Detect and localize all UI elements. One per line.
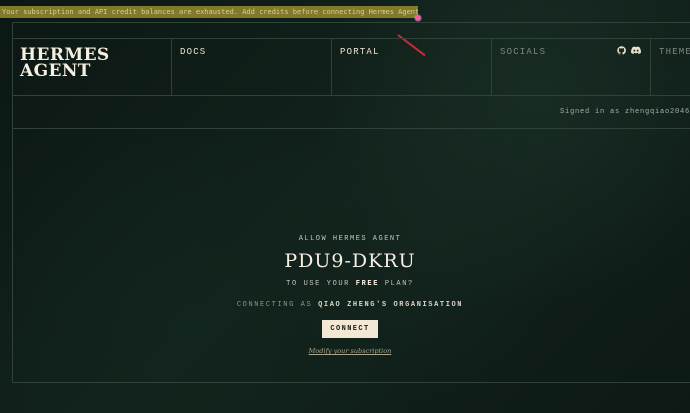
- organisation-name: QIAO ZHENG'S ORGANISATION: [318, 301, 464, 309]
- device-code: PDU9-DKRU: [284, 250, 416, 272]
- plan-question: TO USE YOUR FREE PLAN?: [200, 279, 500, 289]
- github-icon[interactable]: [616, 45, 626, 55]
- modify-subscription-link[interactable]: Modify your subscription: [200, 347, 500, 355]
- connect-button[interactable]: CONNECT: [322, 320, 378, 338]
- pointer-indicator: [415, 15, 421, 21]
- organisation-connection: CONNECTING AS QIAO ZHENG'S ORGANISATION: [200, 300, 500, 310]
- plan-name: FREE: [355, 280, 379, 288]
- hermes-agent-logo[interactable]: HERMES AGENT: [20, 47, 160, 87]
- socials-label: SOCIALS: [500, 47, 547, 57]
- social-links: [616, 45, 641, 55]
- device-authorization-panel: ALLOW HERMES AGENT PDU9-DKRU TO USE YOUR…: [200, 234, 500, 355]
- credit-warning-banner: Your subscription and API credit balance…: [0, 6, 418, 18]
- plan-suffix: PLAN?: [384, 280, 414, 288]
- plan-prefix: TO USE YOUR: [286, 280, 350, 288]
- nav-socials: SOCIALS: [491, 39, 650, 96]
- signed-in-status: Signed in as zhengqiao2046: [559, 108, 690, 116]
- connecting-prefix: CONNECTING AS: [236, 301, 313, 309]
- nav-theme[interactable]: THEME: [650, 39, 690, 96]
- nav-docs[interactable]: DOCS: [171, 39, 331, 96]
- discord-icon[interactable]: [631, 45, 641, 55]
- nav-portal[interactable]: PORTAL: [331, 39, 491, 96]
- top-navigation: HERMES AGENT DOCS PORTAL SOCIALS THEME: [12, 38, 690, 96]
- allow-label: ALLOW HERMES AGENT: [298, 235, 402, 243]
- logo-line-two: AGENT: [20, 61, 91, 81]
- account-divider: [12, 128, 690, 129]
